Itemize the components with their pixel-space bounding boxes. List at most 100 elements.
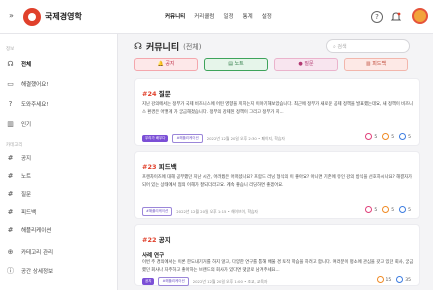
nav-community[interactable]: 커뮤니티 bbox=[165, 12, 185, 20]
post-meta-text: 2022년 12월 20일 오후 1:15 • 해이브이, 학습자 bbox=[176, 208, 258, 214]
nav-schedule[interactable]: 일정 bbox=[224, 12, 234, 20]
sidebar-item-label: 카테고리 관리 bbox=[21, 250, 54, 256]
community-icon: ☊ bbox=[7, 60, 14, 68]
sidebar-item-label: 피드백 bbox=[21, 210, 37, 216]
nav-settings[interactable]: 설정 bbox=[262, 12, 272, 20]
sidebar-item-all[interactable]: ☊ 전체 bbox=[6, 60, 31, 68]
filter-note-button[interactable]: ▤ 노트 bbox=[204, 58, 268, 71]
hashtag-icon: # bbox=[7, 226, 14, 234]
page-title-text: 커뮤니티 bbox=[146, 43, 180, 53]
post-tag[interactable]: #해플리케이션 bbox=[172, 134, 203, 143]
main-content: ☊ 커뮤니티 (전체) ⌕ 검색 🔔 공지 ▤ 노트 ● 질문 ▥ 피드백 #2… bbox=[124, 34, 433, 290]
hashtag-icon: # bbox=[7, 208, 14, 216]
post-card[interactable]: #22 공지 사례 연구 이번 주 경의에서는 이론 한도내기거를 하지 않고,… bbox=[134, 224, 420, 286]
sidebar-item-notice[interactable]: # 공지 bbox=[6, 154, 32, 162]
filter-label: 질문 bbox=[304, 61, 314, 67]
sidebar-item-label: 공간 상세정보 bbox=[21, 269, 54, 275]
info-icon: ⓘ bbox=[7, 267, 14, 275]
hashtag-icon: # bbox=[7, 190, 14, 198]
logo-icon bbox=[23, 8, 41, 26]
post-meta-text: 2022년 12월 20일 오후 1:00 • 조교, 교육자 bbox=[192, 278, 268, 284]
sidebar-item-application[interactable]: # 해플리케이션 bbox=[6, 226, 52, 234]
nav-curriculum[interactable]: 커리큘럼 bbox=[194, 12, 214, 20]
post-stats: 5 5 5 bbox=[365, 206, 411, 213]
filter-notice-button[interactable]: 🔔 공지 bbox=[134, 58, 198, 71]
help-icon[interactable]: ? bbox=[371, 11, 383, 23]
sidebar-item-note[interactable]: # 노트 bbox=[6, 172, 32, 180]
sidebar-item-popular[interactable]: ▥ 인기 bbox=[6, 120, 31, 128]
sidebar-item-label: 공지 bbox=[21, 156, 32, 162]
sidebar-item-label: 인기 bbox=[21, 122, 32, 128]
post-card[interactable]: #23 피드백 프랜차이즈에 대해 공부했던 지난 시간, 어려웠은 어떠셨나요… bbox=[134, 151, 420, 219]
page-title: ☊ 커뮤니티 (전체) bbox=[134, 40, 202, 54]
notification-bell-icon[interactable] bbox=[390, 11, 402, 23]
post-stats: 5 5 5 bbox=[365, 133, 411, 140]
nav-stats[interactable]: 통계 bbox=[243, 12, 253, 20]
post-tag[interactable]: #해플리케이션 bbox=[142, 207, 173, 216]
post-heading: #24 질문 bbox=[142, 88, 171, 98]
post-card[interactable]: #24 질문 지난 강의에서는 정부가 국제 비즈니스에 어떤 영향을 끼치는지… bbox=[134, 78, 420, 146]
filter-question-button[interactable]: ● 질문 bbox=[274, 58, 338, 71]
top-nav: 커뮤니티 커리큘럼 일정 통계 설정 bbox=[165, 12, 272, 20]
sidebar-item-space-info[interactable]: ⓘ 공간 상세정보 bbox=[6, 266, 53, 276]
post-category: 질문 bbox=[158, 90, 171, 98]
search-input[interactable]: ⌕ 검색 bbox=[326, 39, 410, 53]
filter-label: 피드백 bbox=[372, 61, 387, 67]
sidebar-item-label: 전체 bbox=[21, 62, 32, 68]
post-body: 이번 주 경의에서는 이론 한도내기거를 하지 않고, 다양한 연구를 통해 배… bbox=[142, 260, 414, 273]
add-category-icon: ⊕ bbox=[7, 248, 14, 256]
post-number: #24 bbox=[142, 90, 157, 98]
filter-bar: 🔔 공지 ▤ 노트 ● 질문 ▥ 피드백 bbox=[134, 58, 408, 71]
post-stats: 15 35 bbox=[376, 276, 411, 283]
post-number: #22 bbox=[142, 236, 157, 244]
view-count: 35 bbox=[396, 276, 411, 283]
sidebar-item-label: 질문 bbox=[21, 192, 32, 198]
hashtag-icon: # bbox=[7, 172, 14, 180]
filter-label: 공지 bbox=[165, 61, 175, 67]
chart-icon: ▥ bbox=[7, 120, 14, 128]
collapse-sidebar-icon[interactable]: » bbox=[9, 11, 14, 20]
post-meta: 우리가 배우다 #해플리케이션 2022년 12월 20일 오후 2:30 • … bbox=[142, 134, 285, 143]
sidebar-group-label: 정보 bbox=[6, 47, 15, 52]
community-icon: ☊ bbox=[134, 41, 142, 52]
comment-count: 5 bbox=[365, 133, 377, 140]
post-badge[interactable]: 공지 bbox=[142, 278, 155, 285]
sidebar-item-help[interactable]: ? 도와주세요! bbox=[6, 100, 49, 108]
post-category: 피드백 bbox=[158, 163, 177, 171]
sidebar-item-solved[interactable]: ▭ 해결했어요! bbox=[6, 80, 49, 88]
comment-count: 5 bbox=[365, 206, 377, 213]
like-count: 5 bbox=[382, 133, 394, 140]
avatar[interactable] bbox=[412, 8, 428, 24]
post-subtitle: 사례 연구 bbox=[142, 253, 165, 259]
view-count: 5 bbox=[399, 206, 411, 213]
post-meta: #해플리케이션 2022년 12월 20일 오후 1:15 • 해이브이, 학습… bbox=[142, 207, 258, 216]
post-category: 공지 bbox=[158, 236, 171, 244]
filter-feedback-button[interactable]: ▥ 피드백 bbox=[344, 58, 408, 71]
post-tag[interactable]: #해플리케이션 bbox=[158, 277, 189, 286]
sidebar-item-manage-category[interactable]: ⊕ 카테고리 관리 bbox=[6, 248, 54, 256]
top-bar: » 국제경영학 커뮤니티 커리큘럼 일정 통계 설정 ? bbox=[0, 0, 433, 34]
sidebar-item-question[interactable]: # 질문 bbox=[6, 190, 32, 198]
post-heading: #23 피드백 bbox=[142, 161, 177, 171]
sidebar-item-feedback[interactable]: # 피드백 bbox=[6, 208, 37, 216]
sidebar-group-label: 카테고리 bbox=[6, 143, 23, 148]
filter-label: 노트 bbox=[234, 61, 244, 67]
sidebar: 정보 ☊ 전체 ▭ 해결했어요! ? 도와주세요! ▥ 인기 카테고리 # 공지… bbox=[0, 34, 118, 290]
sidebar-item-label: 해플리케이션 bbox=[21, 228, 52, 234]
post-body: 지난 강의에서는 정부가 국제 비즈니스에 어떤 영향을 끼치는지 이야기해보았… bbox=[142, 102, 414, 115]
hashtag-icon: # bbox=[7, 154, 14, 162]
chat-bubble-icon: ▭ bbox=[7, 80, 14, 88]
post-badge[interactable]: 우리가 배우다 bbox=[142, 135, 169, 142]
question-bubble-icon: ? bbox=[8, 100, 13, 108]
page-title-sub: (전체) bbox=[183, 42, 202, 51]
brand-name: 국제경영학 bbox=[45, 12, 82, 21]
like-count: 15 bbox=[376, 276, 391, 283]
sidebar-item-label: 도와주세요! bbox=[21, 102, 49, 108]
sidebar-item-label: 해결했어요! bbox=[21, 82, 49, 88]
post-meta: 공지 #해플리케이션 2022년 12월 20일 오후 1:00 • 조교, 교… bbox=[142, 277, 267, 286]
post-number: #23 bbox=[142, 163, 157, 171]
post-body: 프랜차이즈에 대해 공부했던 지난 시간, 어려웠은 어떠셨나요? 프랍드 러닝… bbox=[142, 175, 412, 188]
search-placeholder: 검색 bbox=[337, 44, 347, 50]
view-count: 5 bbox=[399, 133, 411, 140]
like-count: 5 bbox=[382, 206, 394, 213]
